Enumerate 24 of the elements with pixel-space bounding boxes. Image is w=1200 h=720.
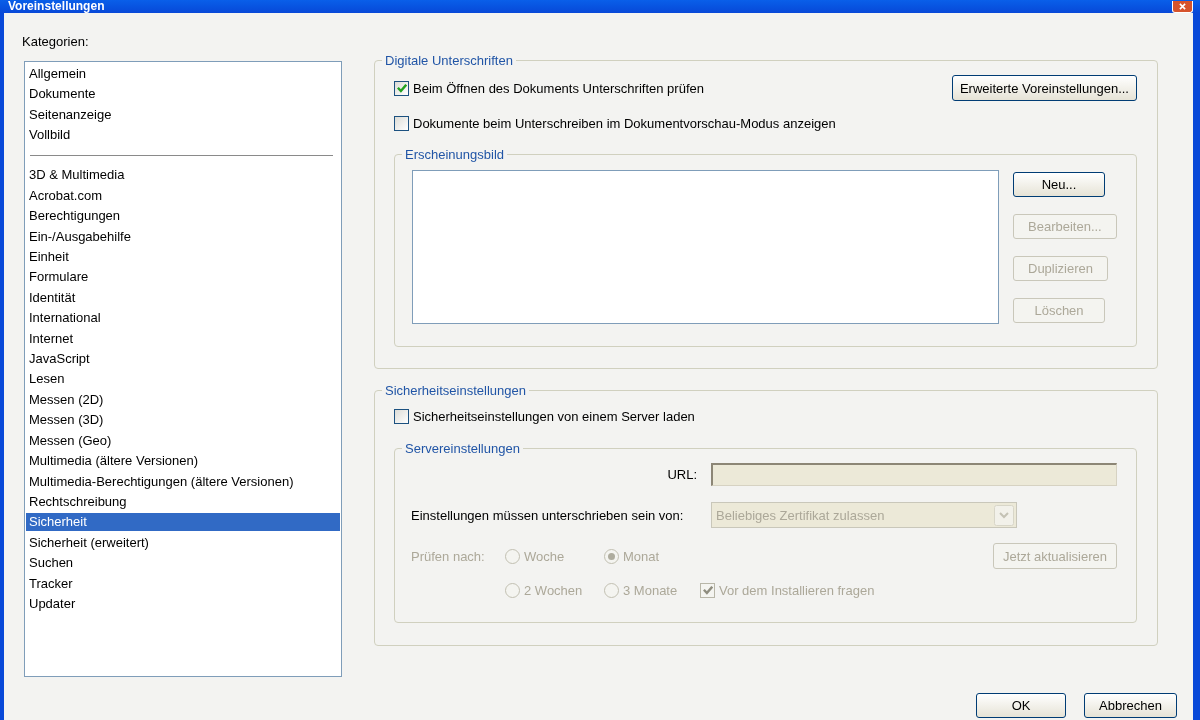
url-label: URL:: [666, 467, 697, 482]
dialog-button[interactable]: OK: [976, 693, 1067, 718]
categories-label: Kategorien:: [22, 34, 90, 49]
close-icon: [1179, 3, 1186, 10]
appearance-button[interactable]: Neu...: [1013, 172, 1105, 197]
group-title: Digitale Unterschriften: [384, 53, 514, 68]
group-title: Servereinstellungen: [404, 441, 521, 456]
checkbox[interactable]: [394, 80, 409, 96]
check-interval-label: Prüfen nach:: [411, 548, 486, 564]
checkmark-icon: [702, 585, 713, 595]
checkbox-label[interactable]: Beim Öffnen des Dokuments Unterschriften prüfen: [413, 80, 704, 96]
window-title: Voreinstellungen: [8, 0, 105, 13]
category-item[interactable]: Sicherheit: [26, 513, 340, 532]
checkbox-label[interactable]: Dokumente beim Unterschreiben im Dokumentvorschau-Modus anzeigen: [413, 115, 836, 131]
group-title: Erscheinungsbild: [404, 147, 505, 162]
checkbox[interactable]: [394, 115, 409, 131]
dialog-button[interactable]: Abbrechen: [1084, 693, 1177, 718]
checkbox[interactable]: [394, 408, 409, 424]
close-button[interactable]: [1172, 1, 1193, 13]
checkbox-label[interactable]: Sicherheitseinstellungen von einem Server laden: [413, 408, 695, 424]
group-title: Sicherheitseinstellungen: [384, 383, 527, 398]
checkmark-icon: [396, 83, 407, 93]
advanced-settings-button[interactable]: Erweiterte Voreinstellungen...: [951, 75, 1137, 101]
signed-by-label: Einstellungen müssen unterschrieben sein von:: [411, 507, 685, 523]
